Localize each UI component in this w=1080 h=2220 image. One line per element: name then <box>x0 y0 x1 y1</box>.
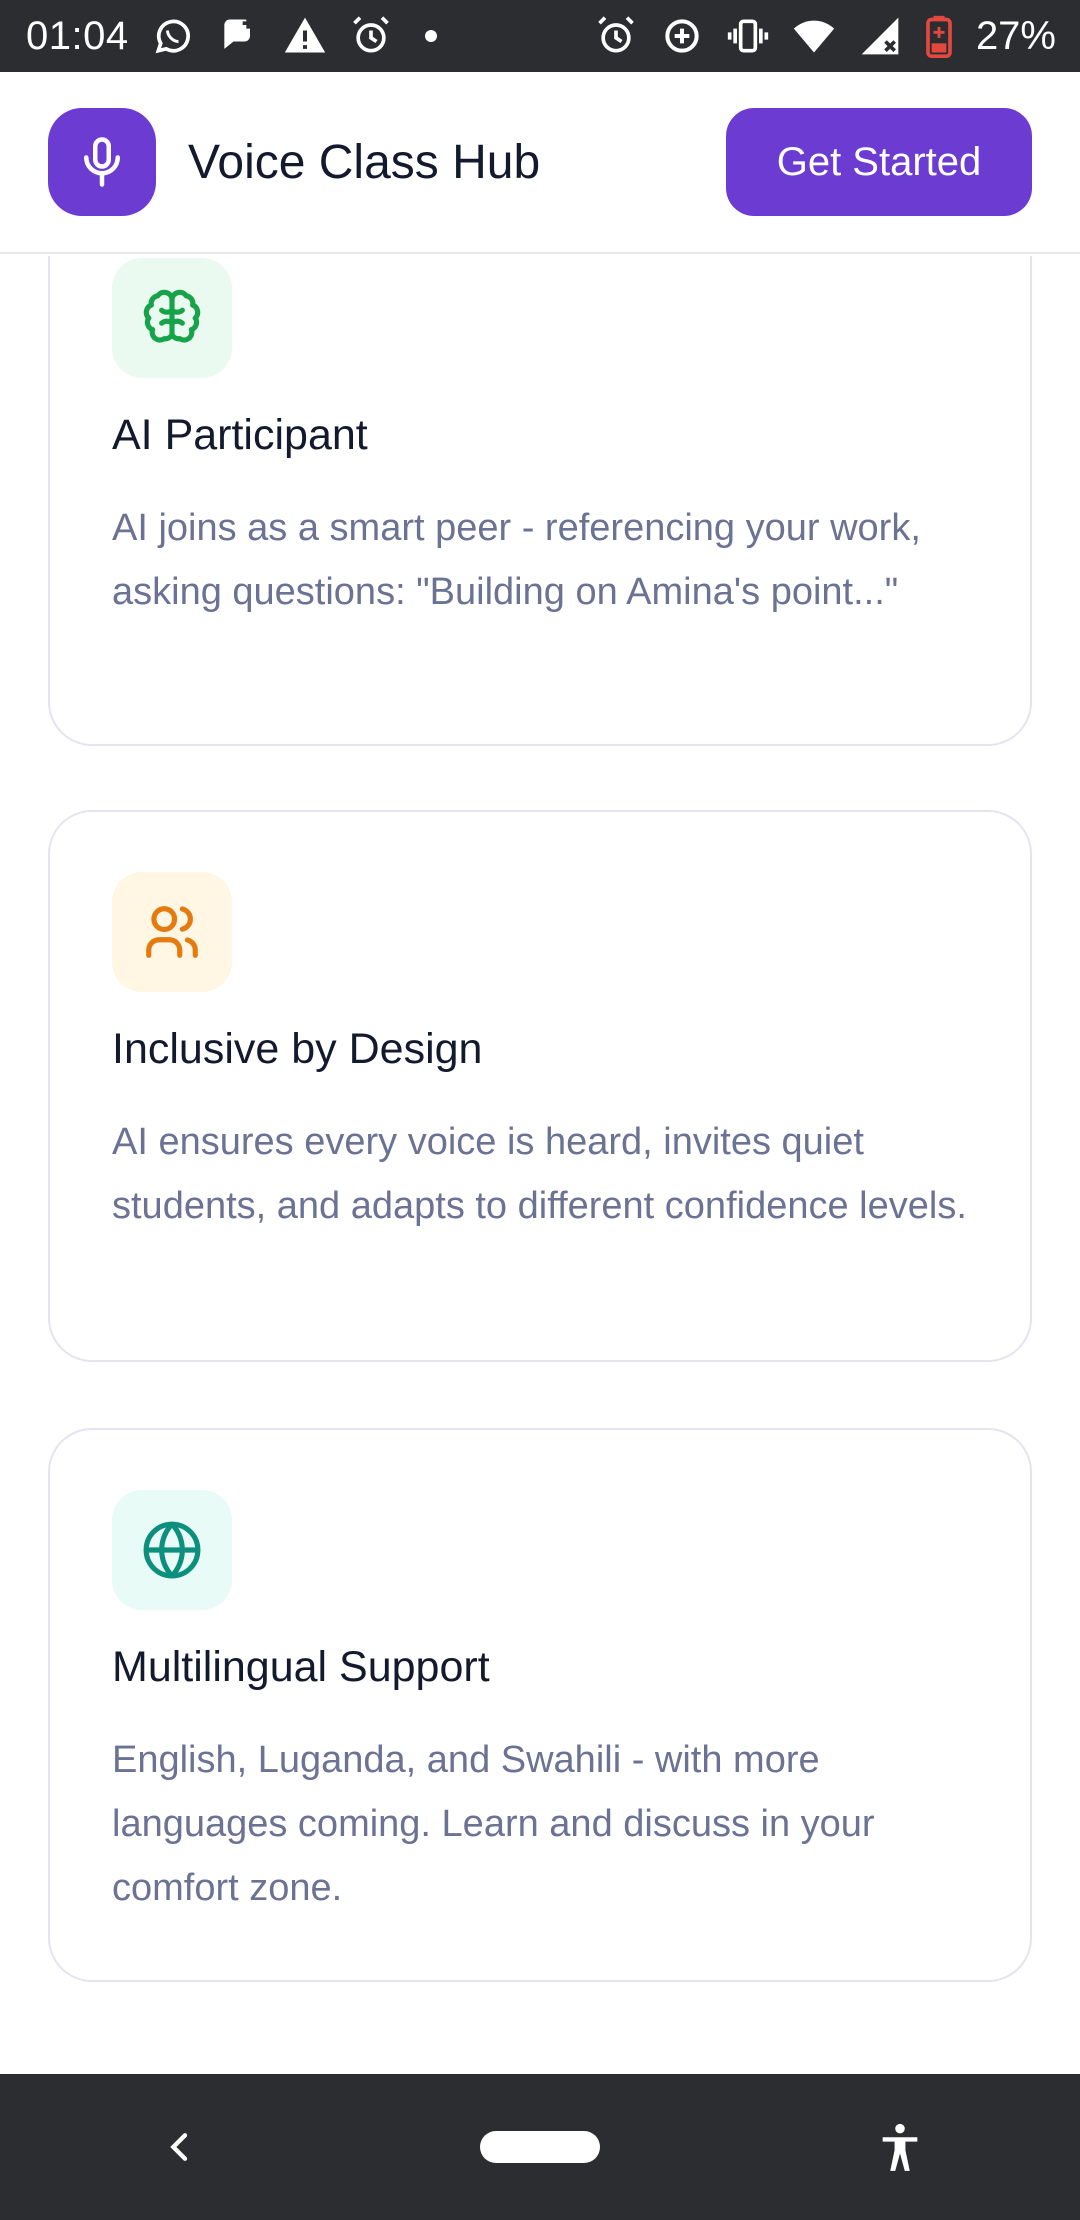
vibrate-icon <box>726 14 770 58</box>
notification-dot-icon <box>424 30 437 42</box>
home-button[interactable] <box>480 2097 600 2197</box>
feature-title: Inclusive by Design <box>112 1025 483 1073</box>
feature-icon-container <box>112 258 232 378</box>
alarm-icon <box>349 14 393 58</box>
feature-description: AI joins as a smart peer - referencing y… <box>112 507 921 613</box>
get-started-button[interactable]: Get Started <box>726 108 1032 216</box>
back-button[interactable] <box>120 2097 240 2197</box>
feature-icon-container <box>112 872 232 992</box>
features-list: AI Participant AI joins as a smart peer … <box>0 256 1080 2074</box>
accessibility-button[interactable] <box>840 2097 960 2197</box>
app-header: Voice Class Hub Get Started <box>0 72 1080 254</box>
status-bar-right: 27% <box>594 14 1056 59</box>
feature-card-ai-participant: AI Participant AI joins as a smart peer … <box>48 256 1032 746</box>
whatsapp-icon <box>151 14 195 58</box>
status-bar-left: 01:04 <box>26 14 437 59</box>
chevron-left-icon <box>170 2133 188 2161</box>
app-logo[interactable] <box>48 108 156 216</box>
feature-description: English, Luganda, and Swahili - with mor… <box>112 1739 875 1909</box>
status-bar: 01:04 27% <box>0 0 1080 72</box>
feature-description: AI ensures every voice is heard, invites… <box>112 1121 967 1227</box>
accessibility-icon <box>882 2123 918 2171</box>
battery-percent: 27% <box>975 13 1056 58</box>
home-pill-icon <box>480 2131 600 2163</box>
feature-title: Multilingual Support <box>112 1643 490 1691</box>
status-time: 01:04 <box>26 13 129 58</box>
feature-icon-container <box>112 1490 232 1610</box>
globe-icon <box>143 1521 201 1579</box>
feature-title: AI Participant <box>112 411 368 459</box>
chat-plus-icon <box>217 14 261 58</box>
microphone-icon <box>84 137 120 187</box>
signal-icon <box>858 14 902 58</box>
warning-icon <box>283 14 327 58</box>
feature-card-inclusive: Inclusive by Design AI ensures every voi… <box>48 810 1032 1362</box>
data-saver-icon <box>660 14 704 58</box>
battery-icon <box>924 14 954 58</box>
alarm-icon <box>594 14 638 58</box>
app-title: Voice Class Hub <box>188 135 541 189</box>
brain-icon <box>143 289 201 343</box>
system-nav-bar <box>0 2074 1080 2220</box>
users-icon <box>146 906 198 958</box>
feature-card-multilingual: Multilingual Support English, Luganda, a… <box>48 1428 1032 1982</box>
wifi-icon <box>792 14 836 58</box>
